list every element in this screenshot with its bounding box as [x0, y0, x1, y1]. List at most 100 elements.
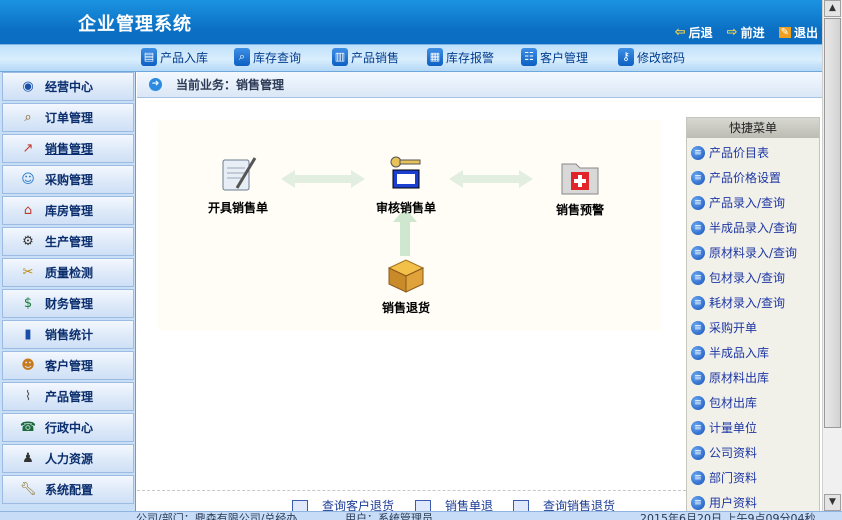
app-window: 企业管理系统 ⇦ 后退 ⇨ 前进 ✎ 退出 ▤ 产品入库 ⌕ 库存查询 ▥ 产品…: [0, 0, 842, 520]
sidebar-item-label: 人力资源: [45, 452, 94, 466]
chart-icon: ↗: [22, 141, 34, 156]
back-button[interactable]: ⇦ 后退: [675, 24, 713, 41]
list-bullet-icon: ≡: [691, 195, 705, 210]
flow-node-create-sales-order[interactable]: 开具销售单: [193, 154, 283, 216]
sidebar-item-label: 客户管理: [45, 359, 94, 373]
link-sales-order-return[interactable]: 销售单退: [415, 497, 493, 512]
window-icon: [513, 499, 529, 512]
flow-node-label: 审核销售单: [375, 201, 436, 215]
link-query-sales-returns[interactable]: 查询销售退货: [513, 497, 615, 512]
quick-item-department-info[interactable]: ≡ 部门资料: [691, 469, 757, 486]
flow-node-label: 销售退货: [381, 301, 430, 315]
app-title: 企业管理系统: [78, 14, 192, 35]
toolbar-product-stock-in[interactable]: ▤ 产品入库: [141, 48, 208, 66]
quick-item-consumables-entry[interactable]: ≡ 耗材录入/查询: [691, 294, 785, 311]
flow-node-audit-sales-order[interactable]: 审核销售单: [361, 154, 451, 216]
quick-item-label: 包材录入/查询: [709, 271, 786, 285]
breadcrumb-text: 当前业务：销售管理: [176, 78, 285, 92]
wrench-icon: 🔧︎: [19, 482, 37, 497]
toolbar-customer-management[interactable]: ☷ 客户管理: [521, 48, 588, 66]
sidebar-item-sales-management[interactable]: ↗ 销售管理: [2, 134, 134, 163]
sidebar-item-order-management[interactable]: ⌕ 订单管理: [2, 103, 134, 132]
list-bullet-icon: ≡: [691, 495, 705, 510]
window-icon: [415, 499, 431, 512]
quick-item-user-info[interactable]: ≡ 用户资料: [691, 494, 757, 511]
top-nav: ⇦ 后退 ⇨ 前进 ✎ 退出: [675, 24, 818, 41]
exit-button[interactable]: ✎ 退出: [778, 24, 818, 41]
flow-node-sales-warning[interactable]: 销售预警: [535, 156, 625, 218]
quick-menu: 快捷菜单 ≡ 产品价目表 ≡ 产品价格设置 ≡ 产品录入/查询 ≡ 半成品录入/…: [686, 117, 820, 517]
exit-icon: ✎: [778, 27, 791, 38]
sidebar-item-human-resources[interactable]: ♟ 人力资源: [2, 444, 134, 473]
quick-item-label: 计量单位: [709, 421, 758, 435]
scroll-thumb[interactable]: [824, 18, 841, 428]
toolbar-label: 库存查询: [253, 50, 302, 65]
toolbar-label: 库存报警: [446, 50, 495, 65]
quick-item-raw-material-out[interactable]: ≡ 原材料出库: [691, 369, 769, 386]
flow-node-label: 销售预警: [555, 203, 604, 217]
sales-flow-diagram: 开具销售单 审核销售单 销售预警 销售退货: [157, 120, 662, 330]
sidebar-item-sales-statistics[interactable]: ▮ 销售统计: [2, 320, 134, 349]
quick-item-label: 原材料出库: [709, 371, 770, 385]
exit-label: 退出: [793, 26, 818, 40]
list-bullet-icon: ≡: [691, 445, 705, 460]
scroll-down-arrow-icon[interactable]: ▼: [824, 494, 841, 511]
globe-icon: ◉: [22, 79, 34, 94]
sidebar-item-finance-management[interactable]: $ 财务管理: [2, 289, 134, 318]
scroll-up-arrow-icon[interactable]: ▲: [824, 0, 841, 17]
forward-label: 前进: [740, 26, 765, 40]
sidebar-item-label: 产品管理: [45, 390, 94, 404]
quick-item-semi-product-stock-in[interactable]: ≡ 半成品入库: [691, 344, 769, 361]
bar-chart-icon: ▮: [24, 327, 32, 342]
sidebar: ◉ 经营中心 ⌕ 订单管理 ↗ 销售管理 ☺ 采购管理 ⌂ 库房管理 ⚙ 生产管…: [0, 72, 136, 512]
quick-item-price-settings[interactable]: ≡ 产品价格设置: [691, 169, 781, 186]
quick-item-packaging-entry[interactable]: ≡ 包材录入/查询: [691, 269, 785, 286]
sidebar-item-label: 销售管理: [45, 142, 94, 156]
toolbar-stock-alarm[interactable]: ▦ 库存报警: [427, 48, 494, 66]
link-label: 销售单退: [445, 499, 494, 512]
sidebar-item-customer-management[interactable]: ☻ 客户管理: [2, 351, 134, 380]
quick-item-label: 耗材录入/查询: [709, 296, 786, 310]
sidebar-item-system-config[interactable]: 🔧︎ 系统配置: [2, 475, 134, 504]
quick-item-product-entry[interactable]: ≡ 产品录入/查询: [691, 194, 785, 211]
sidebar-item-quality-inspection[interactable]: ✂ 质量检测: [2, 258, 134, 287]
sidebar-item-warehouse-management[interactable]: ⌂ 库房管理: [2, 196, 134, 225]
toolbar-label: 产品销售: [351, 50, 400, 65]
toolbar: ▤ 产品入库 ⌕ 库存查询 ▥ 产品销售 ▦ 库存报警 ☷ 客户管理 ⚷ 修改密…: [0, 44, 822, 72]
flow-node-label: 开具销售单: [207, 201, 268, 215]
list-bullet-icon: ≡: [691, 395, 705, 410]
toolbar-stock-query[interactable]: ⌕ 库存查询: [234, 48, 301, 66]
forward-button[interactable]: ⇨ 前进: [727, 24, 765, 41]
people-icon: ☺: [21, 172, 35, 187]
quick-item-packaging-out[interactable]: ≡ 包材出库: [691, 394, 757, 411]
vertical-scrollbar[interactable]: ▲ ▼: [822, 0, 842, 511]
quick-item-units[interactable]: ≡ 计量单位: [691, 419, 757, 436]
link-query-customer-returns[interactable]: 查询客户退货: [292, 497, 394, 512]
toolbar-product-sales[interactable]: ▥ 产品销售: [332, 48, 399, 66]
quick-item-label: 半成品录入/查询: [709, 221, 798, 235]
audit-key-icon: [390, 156, 421, 189]
sidebar-item-purchase-management[interactable]: ☺ 采购管理: [2, 165, 134, 194]
sidebar-item-product-management[interactable]: ⌇ 产品管理: [2, 382, 134, 411]
sidebar-item-administration-center[interactable]: ☎ 行政中心: [2, 413, 134, 442]
sidebar-item-business-center[interactable]: ◉ 经营中心: [2, 72, 134, 101]
quick-item-raw-material-entry[interactable]: ≡ 原材料录入/查询: [691, 244, 797, 261]
flow-arrow-left: [281, 170, 365, 188]
status-datetime: 2015年6月20日 上午9点09分04秒: [640, 512, 816, 520]
sidebar-item-production-management[interactable]: ⚙ 生产管理: [2, 227, 134, 256]
list-bullet-icon: ≡: [691, 370, 705, 385]
quick-item-label: 公司资料: [709, 446, 758, 460]
list-bullet-icon: ≡: [691, 220, 705, 235]
toolbar-change-password[interactable]: ⚷ 修改密码: [618, 48, 685, 66]
quick-item-semi-product-entry[interactable]: ≡ 半成品录入/查询: [691, 219, 797, 236]
toolbar-label: 客户管理: [540, 50, 589, 65]
quick-item-label: 包材出库: [709, 396, 758, 410]
flow-node-sales-return[interactable]: 销售退货: [361, 254, 451, 316]
quick-item-purchase-order[interactable]: ≡ 采购开单: [691, 319, 757, 336]
quick-item-company-info[interactable]: ≡ 公司资料: [691, 444, 757, 461]
status-user: 用户：系统管理员: [345, 512, 433, 520]
sales-icon: ▥: [332, 48, 348, 66]
sidebar-item-label: 销售统计: [45, 328, 94, 342]
quick-item-product-price-list[interactable]: ≡ 产品价目表: [691, 144, 769, 161]
money-icon: $: [23, 296, 33, 311]
